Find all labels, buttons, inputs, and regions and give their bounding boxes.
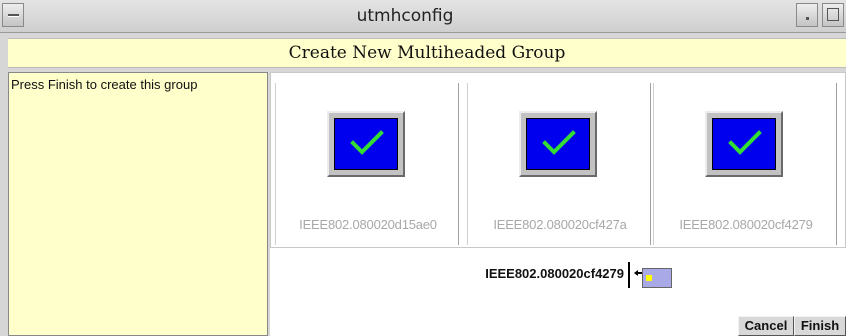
window-menu-icon xyxy=(8,14,19,17)
maximize-icon xyxy=(827,8,839,21)
utmhconfig-window: utmhconfig Create New Multiheaded Group … xyxy=(0,0,846,336)
cancel-button[interactable]: Cancel xyxy=(738,316,794,336)
monitor-screen xyxy=(526,118,590,170)
checkmark-icon xyxy=(542,130,576,155)
group-content-area: IEEE802.080020d15ae0 IEEE802.080020cf427… xyxy=(270,72,846,336)
instruction-text: Press Finish to create this group xyxy=(11,77,198,92)
minimize-icon xyxy=(806,17,809,20)
instruction-pane: Press Finish to create this group xyxy=(8,72,268,336)
selected-device-label: IEEE802.080020cf4279 xyxy=(485,266,624,281)
monitor-icon xyxy=(705,111,783,177)
finish-button[interactable]: Finish xyxy=(794,316,846,336)
monitor-list: IEEE802.080020d15ae0 IEEE802.080020cf427… xyxy=(270,72,846,248)
mini-monitor-icon[interactable] xyxy=(642,268,672,288)
selection-cursor xyxy=(628,262,630,288)
title-bar[interactable]: utmhconfig xyxy=(0,0,846,33)
monitor-screen xyxy=(334,118,398,170)
dialog-heading: Create New Multiheaded Group xyxy=(8,38,846,68)
window-title: utmhconfig xyxy=(356,6,454,26)
window-menu-button[interactable] xyxy=(2,3,24,27)
monitor-icon xyxy=(519,111,597,177)
monitor-card-1[interactable]: IEEE802.080020d15ae0 xyxy=(275,83,459,245)
minimize-button[interactable] xyxy=(796,3,818,27)
monitor-label: IEEE802.080020cf427a xyxy=(493,217,627,232)
maximize-button[interactable] xyxy=(822,3,844,27)
checkmark-icon xyxy=(728,130,762,155)
monitor-screen xyxy=(712,118,776,170)
mini-monitor-indicator xyxy=(646,275,652,281)
monitor-card-3[interactable]: IEEE802.080020cf4279 xyxy=(653,83,837,245)
monitor-icon xyxy=(327,111,405,177)
monitor-card-2[interactable]: IEEE802.080020cf427a xyxy=(467,83,651,245)
left-arrow-icon xyxy=(634,270,642,276)
monitor-label: IEEE802.080020d15ae0 xyxy=(299,217,437,232)
monitor-label: IEEE802.080020cf4279 xyxy=(679,217,813,232)
checkmark-icon xyxy=(350,130,384,155)
